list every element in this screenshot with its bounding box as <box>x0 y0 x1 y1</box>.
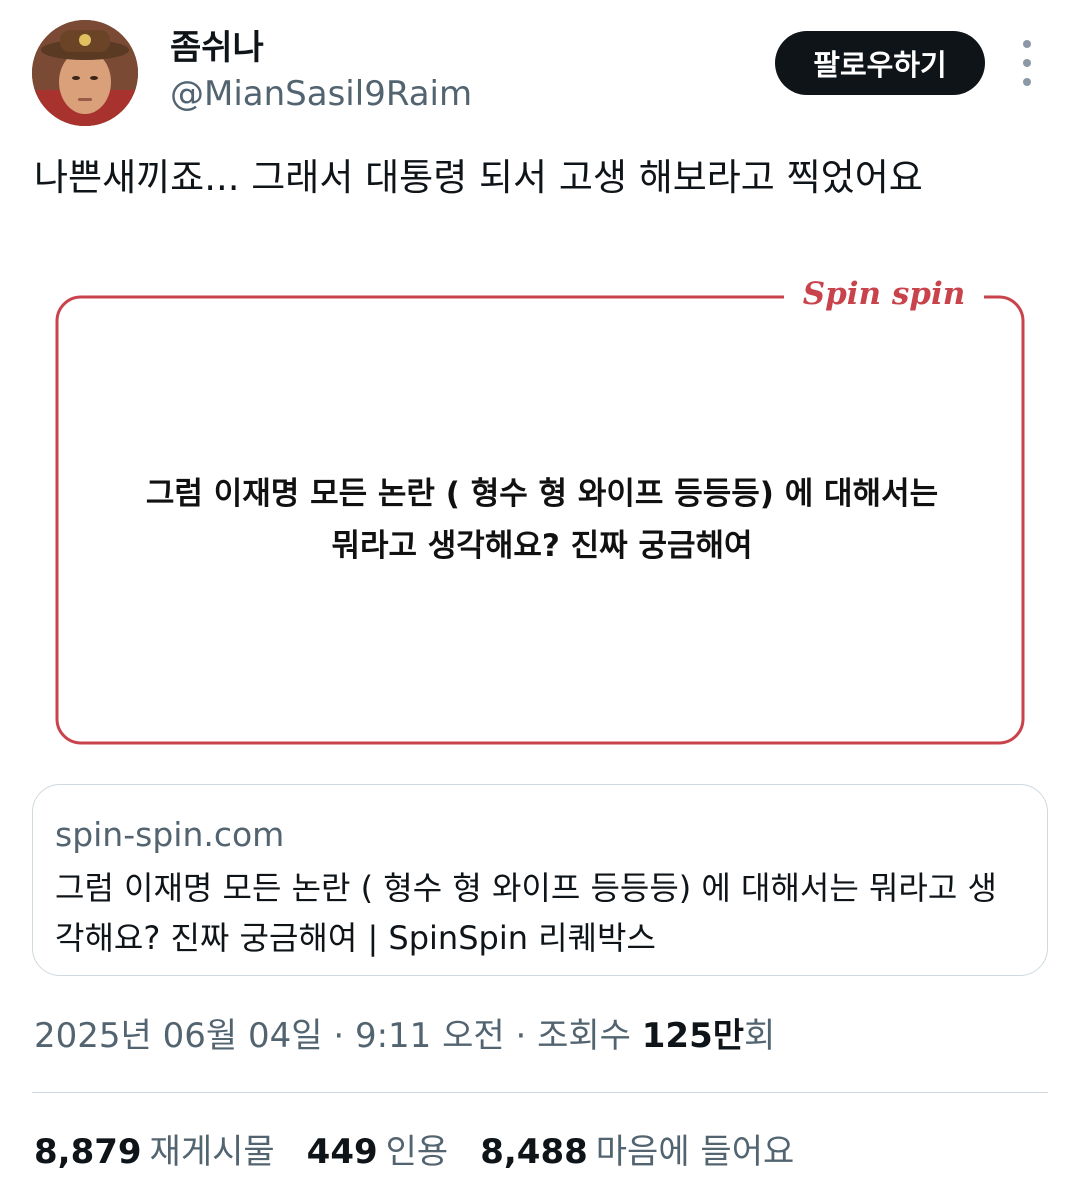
vertical-ellipsis-icon[interactable] <box>1012 40 1042 86</box>
link-preview-card[interactable]: spin-spin.com 그럼 이재명 모든 논란 ( 형수 형 와이프 등등… <box>32 784 1048 976</box>
views-unit: 회 <box>744 1016 776 1056</box>
dot <box>1023 59 1031 67</box>
dot <box>1023 40 1031 48</box>
views-label: 조회수 <box>537 1016 631 1056</box>
media-question-line: 그럼 이재명 모든 논란 ( 형수 형 와이프 등등등) 에 대해서는 <box>145 476 939 512</box>
tweet-header: 좀쉬나 @MianSasil9Raim 팔로우하기 <box>0 0 1080 140</box>
tweet-text: 나쁜새끼죠... 그래서 대통령 되서 고생 해보라고 찍었어요 <box>34 156 923 199</box>
stat-label: 인용 <box>385 1132 449 1172</box>
dot <box>1023 78 1031 86</box>
stat-likes[interactable]: 8,488 마음에 들어요 <box>480 1130 794 1174</box>
media-question-line: 뭐라고 생각해요? 진짜 궁금해여 <box>331 528 753 564</box>
stat-reposts[interactable]: 8,879 재게시물 <box>34 1130 275 1174</box>
tweet-time[interactable]: 9:11 오전 <box>355 1016 505 1056</box>
tweet-meta: 2025년 06월 04일 · 9:11 오전 · 조회수 125만회 <box>34 1014 775 1058</box>
stat-count: 8,488 <box>480 1132 588 1172</box>
link-domain: spin-spin.com <box>55 815 285 854</box>
spinspin-logo: Spin spin <box>784 276 984 312</box>
stat-quotes[interactable]: 449 인용 <box>307 1130 449 1174</box>
engagement-stats: 8,879 재게시물 449 인용 8,488 마음에 들어요 <box>34 1130 826 1174</box>
stat-label: 재게시물 <box>149 1132 275 1172</box>
stat-count: 8,879 <box>34 1132 142 1172</box>
link-title: 그럼 이재명 모든 논란 ( 형수 형 와이프 등등등) 에 대해서는 뭐라고 … <box>55 869 997 957</box>
avatar-photo-icon <box>32 20 138 126</box>
stat-count: 449 <box>306 1132 378 1172</box>
display-name[interactable]: 좀쉬나 <box>170 28 264 68</box>
views-count: 125만 <box>641 1016 745 1056</box>
divider <box>32 1092 1048 1093</box>
meta-separator: · <box>322 1016 355 1056</box>
avatar[interactable] <box>32 20 138 126</box>
follow-button[interactable]: 팔로우하기 <box>775 31 985 95</box>
tweet-date[interactable]: 2025년 06월 04일 <box>34 1016 323 1056</box>
meta-separator: · <box>504 1016 538 1056</box>
tweet-media-image[interactable]: Spin spin 그럼 이재명 모든 논란 ( 형수 형 와이프 등등등) 에… <box>32 250 1048 772</box>
user-handle[interactable]: @MianSasil9Raim <box>170 74 472 114</box>
stat-label: 마음에 들어요 <box>595 1132 795 1172</box>
media-question-text: 그럼 이재명 모든 논란 ( 형수 형 와이프 등등등) 에 대해서는 뭐라고 … <box>92 468 992 572</box>
